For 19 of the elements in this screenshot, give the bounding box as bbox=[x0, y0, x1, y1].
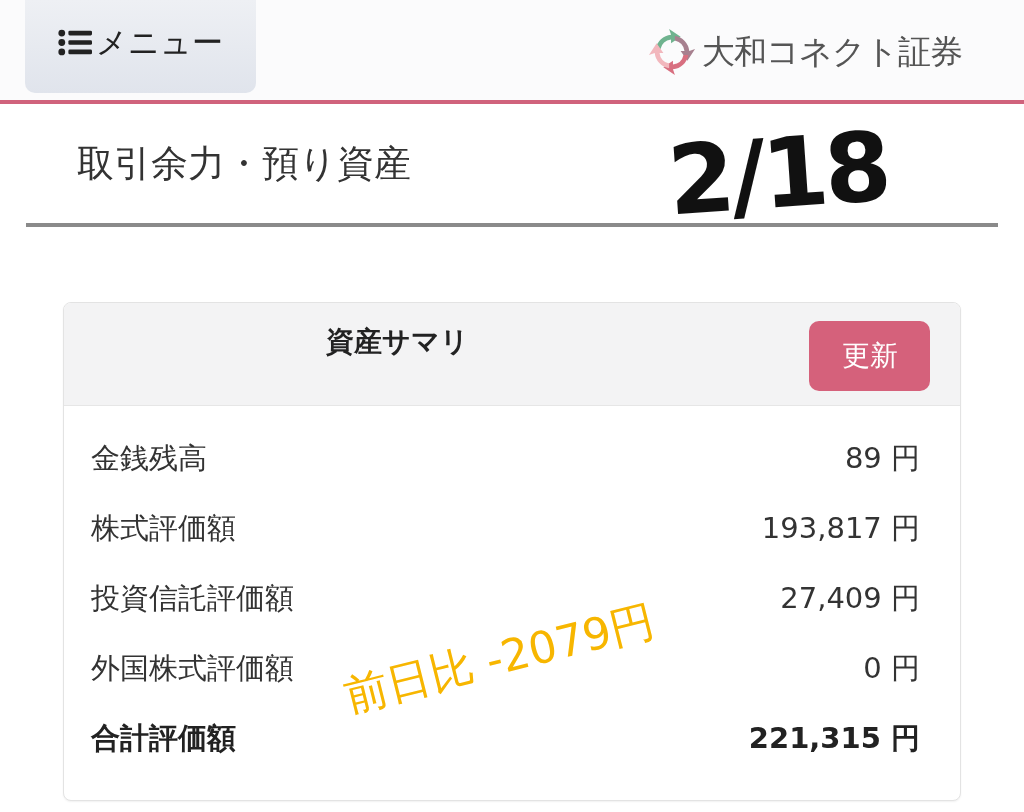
page-title: 取引余力・預り資産 bbox=[77, 140, 411, 187]
asset-value: 27,409 円 bbox=[780, 580, 920, 617]
refresh-button[interactable]: 更新 bbox=[809, 321, 930, 391]
asset-label: 株式評価額 bbox=[91, 510, 236, 547]
total-value: 221,315 円 bbox=[748, 720, 920, 757]
logo-icon bbox=[648, 28, 696, 76]
logo-text: 大和コネクト証券 bbox=[702, 30, 962, 73]
menu-icon bbox=[58, 29, 92, 56]
asset-label: 金銭残高 bbox=[91, 440, 207, 477]
asset-label: 外国株式評価額 bbox=[91, 650, 294, 687]
asset-value: 193,817 円 bbox=[761, 510, 920, 547]
handwritten-date: 2/18 bbox=[664, 110, 892, 238]
card-title: 資産サマリ bbox=[326, 324, 469, 360]
total-label: 合計評価額 bbox=[91, 720, 236, 757]
asset-label: 投資信託評価額 bbox=[91, 580, 294, 617]
handwritten-note: 前日比 -2079円 bbox=[337, 593, 661, 724]
asset-value: 0 円 bbox=[863, 650, 920, 687]
asset-value: 89 円 bbox=[844, 440, 920, 477]
menu-button[interactable]: メニュー bbox=[25, 0, 256, 93]
